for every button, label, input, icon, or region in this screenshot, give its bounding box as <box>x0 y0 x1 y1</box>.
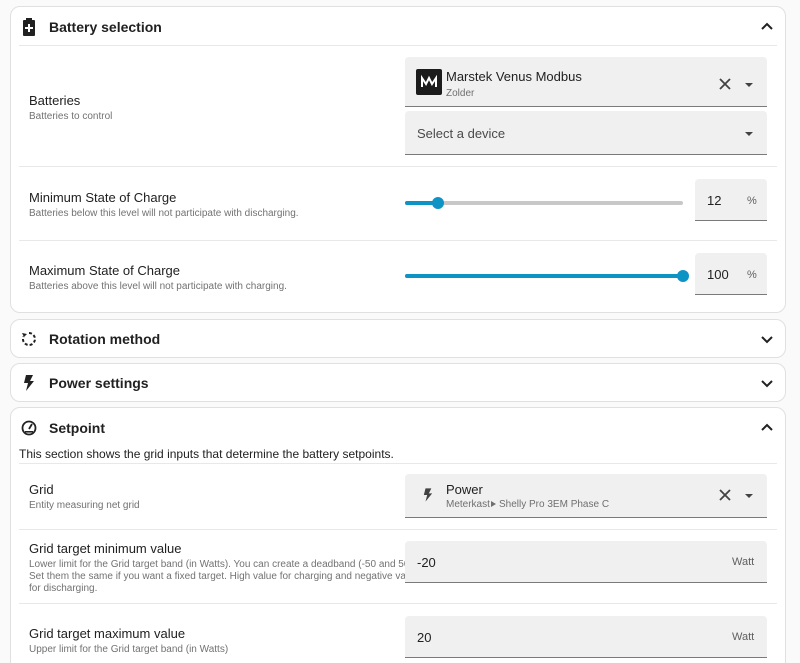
power-settings-header[interactable]: Power settings <box>11 364 785 402</box>
slider-fill <box>405 274 683 278</box>
chevron-up-icon[interactable] <box>759 19 775 35</box>
min-soc-unit: % <box>747 195 757 207</box>
close-icon[interactable] <box>719 489 731 501</box>
slider-thumb[interactable] <box>677 270 689 282</box>
min-soc-slider[interactable] <box>405 197 683 209</box>
batteries-description: Batteries to control <box>29 111 113 122</box>
max-soc-description: Batteries above this level will not part… <box>29 281 287 292</box>
max-soc-unit: % <box>747 269 757 281</box>
chevron-down-icon[interactable] <box>759 375 775 391</box>
grid-entity-device: Shelly Pro 3EM Phase C <box>499 499 610 510</box>
target-max-unit: Watt <box>732 631 755 643</box>
max-soc-slider[interactable] <box>405 270 689 282</box>
target-min-unit: Watt <box>732 556 755 568</box>
target-min-input[interactable]: -20 Watt <box>405 541 767 583</box>
target-max-value: 20 <box>417 630 432 645</box>
divider <box>19 603 777 604</box>
target-max-label: Grid target maximum value <box>29 626 186 641</box>
dropdown-arrow-icon[interactable] <box>744 493 754 499</box>
chevron-down-icon[interactable] <box>759 331 775 347</box>
divider <box>19 45 777 46</box>
battery-device-picker[interactable]: Marstek Venus Modbus Zolder <box>405 57 767 107</box>
divider <box>19 166 777 167</box>
target-min-description-line-2: Set them the same if you want a fixed ta… <box>29 571 420 582</box>
power-settings-card[interactable]: Power settings <box>10 363 786 402</box>
divider <box>19 463 777 464</box>
grid-description: Entity measuring net grid <box>29 500 140 511</box>
battery-plus-icon <box>19 17 39 37</box>
battery-device-name: Marstek Venus Modbus <box>446 69 582 84</box>
rotate-icon <box>19 329 39 349</box>
batteries-label: Batteries <box>29 93 81 108</box>
breadcrumb-separator-icon <box>491 501 496 507</box>
grid-entity-picker[interactable]: Power Meterkast Shelly Pro 3EM Phase C <box>405 474 767 518</box>
target-max-description: Upper limit for the Grid target band (in… <box>29 644 229 655</box>
rotation-method-card[interactable]: Rotation method <box>10 319 786 358</box>
lightning-icon <box>423 488 433 502</box>
min-soc-label: Minimum State of Charge <box>29 190 177 205</box>
divider <box>19 529 777 530</box>
lightning-icon <box>19 373 39 393</box>
setpoint-header[interactable]: Setpoint <box>11 408 785 448</box>
close-icon[interactable] <box>719 78 731 90</box>
gauge-icon <box>19 418 39 438</box>
setpoint-title: Setpoint <box>49 420 105 436</box>
select-device-field[interactable]: Select a device <box>405 111 767 155</box>
target-min-description-line-1: Lower limit for the Grid target band (in… <box>29 559 416 570</box>
battery-selection-card: Battery selection Batteries Batteries to… <box>10 6 786 313</box>
battery-selection-title: Battery selection <box>49 19 162 35</box>
max-soc-value: 100 <box>707 267 729 282</box>
select-device-placeholder: Select a device <box>417 126 506 141</box>
battery-device-area: Zolder <box>446 88 475 99</box>
power-settings-title: Power settings <box>49 375 149 391</box>
rotation-method-title: Rotation method <box>49 331 161 347</box>
max-soc-label: Maximum State of Charge <box>29 263 181 278</box>
grid-label: Grid <box>29 482 54 497</box>
target-min-description-line-3: for discharging. <box>29 583 98 594</box>
min-soc-value: 12 <box>707 193 722 208</box>
min-soc-input[interactable]: 12 % <box>695 179 767 221</box>
setpoint-card: Setpoint This section shows the grid inp… <box>10 407 786 663</box>
dropdown-arrow-icon[interactable] <box>744 131 754 137</box>
max-soc-input[interactable]: 100 % <box>695 253 767 295</box>
target-min-value: -20 <box>417 555 436 570</box>
min-soc-description: Batteries below this level will not part… <box>29 208 299 219</box>
grid-entity-name: Power <box>446 482 483 497</box>
slider-thumb[interactable] <box>432 197 444 209</box>
divider <box>19 240 777 241</box>
rotation-method-header[interactable]: Rotation method <box>11 320 785 358</box>
dropdown-arrow-icon[interactable] <box>744 82 754 88</box>
target-max-input[interactable]: 20 Watt <box>405 616 767 658</box>
grid-entity-area: Meterkast <box>446 499 490 510</box>
target-min-label: Grid target minimum value <box>29 541 182 556</box>
setpoint-intro: This section shows the grid inputs that … <box>19 447 394 461</box>
marstek-logo <box>416 69 442 95</box>
battery-selection-header[interactable]: Battery selection <box>11 7 785 47</box>
chevron-up-icon[interactable] <box>759 420 775 436</box>
